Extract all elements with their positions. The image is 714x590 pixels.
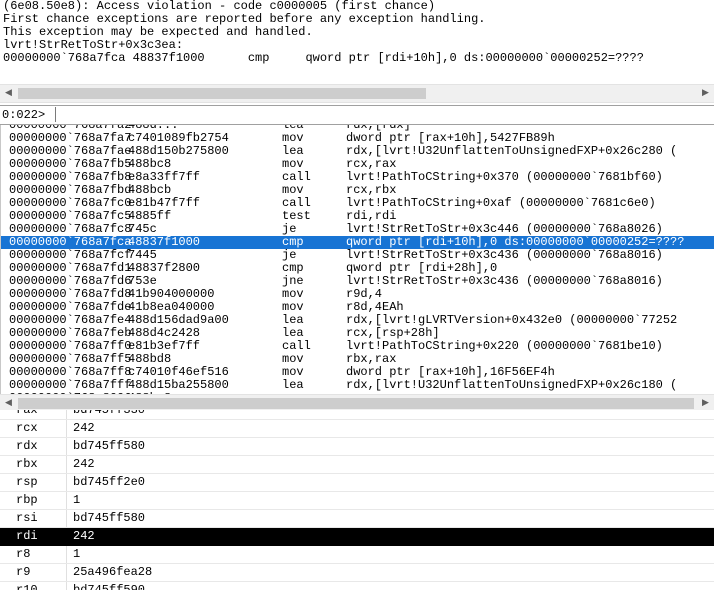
register-value[interactable]: 25a496fea28 bbox=[73, 564, 152, 581]
command-prompt: 0:022> bbox=[2, 108, 46, 122]
register-value[interactable]: bd745ff580 bbox=[73, 510, 145, 527]
column-divider bbox=[66, 546, 67, 563]
output-line: 00000000`768a7fca 48837f1000 cmp qword p… bbox=[3, 51, 644, 65]
register-name: rbx bbox=[16, 457, 38, 471]
register-value[interactable]: bd745ff2e0 bbox=[73, 474, 145, 491]
column-divider bbox=[66, 420, 67, 437]
disassembly-pane[interactable]: 00000000`768a7fa2 488d... lea rdx,[rdx] 0000… bbox=[0, 125, 714, 395]
scrollbar-thumb[interactable] bbox=[18, 398, 694, 409]
column-divider bbox=[66, 474, 67, 491]
column-divider bbox=[66, 492, 67, 509]
register-row[interactable]: rbx 242 bbox=[0, 456, 714, 474]
output-horizontal-scrollbar[interactable]: ◀ ▶ bbox=[0, 84, 714, 103]
column-divider bbox=[66, 410, 67, 419]
register-name: rdi bbox=[16, 529, 38, 543]
command-output-pane[interactable]: (6e08.50e8): Access violation - code c00… bbox=[0, 0, 714, 82]
register-name: rsp bbox=[16, 475, 38, 489]
register-row[interactable]: rdx bd745ff580 bbox=[0, 438, 714, 456]
column-divider bbox=[66, 528, 67, 545]
register-name: r8 bbox=[16, 547, 31, 561]
column-divider bbox=[66, 582, 67, 590]
register-value[interactable]: 1 bbox=[73, 492, 80, 509]
registers-pane[interactable]: rax bd745ff330 rcx 242 rdx bd745ff580 rbx 242 rs… bbox=[0, 410, 714, 590]
register-value[interactable]: bd745ff580 bbox=[73, 438, 145, 455]
right-arrow-icon[interactable]: ▶ bbox=[697, 85, 714, 102]
register-value[interactable]: bd745ff590 bbox=[73, 582, 145, 590]
register-name: rsi bbox=[16, 511, 38, 525]
register-row[interactable]: r8 1 bbox=[0, 546, 714, 564]
register-value[interactable]: 242 bbox=[73, 420, 95, 437]
register-value[interactable]: 242 bbox=[73, 528, 95, 545]
command-input-bar: 0:022> bbox=[0, 105, 714, 125]
instruction-operands: lvrt!StrRetToStr+0x3c436 (00000000`768a8… bbox=[346, 274, 663, 288]
register-name: rcx bbox=[16, 421, 38, 435]
register-row-selected[interactable]: rdi 242 bbox=[0, 528, 714, 546]
column-divider bbox=[66, 510, 67, 527]
register-row[interactable]: rax bd745ff330 bbox=[0, 410, 714, 420]
scrollbar-thumb[interactable] bbox=[18, 88, 426, 99]
column-divider bbox=[66, 456, 67, 473]
register-value[interactable]: 242 bbox=[73, 456, 95, 473]
register-row[interactable]: rsi bd745ff580 bbox=[0, 510, 714, 528]
column-divider bbox=[66, 438, 67, 455]
register-name: r10 bbox=[16, 583, 38, 590]
register-row[interactable]: r10 bd745ff590 bbox=[0, 582, 714, 590]
register-name: rbp bbox=[16, 493, 38, 507]
register-row[interactable]: rcx 242 bbox=[0, 420, 714, 438]
register-name: r9 bbox=[16, 565, 31, 579]
register-value[interactable]: 1 bbox=[73, 546, 80, 563]
column-divider bbox=[66, 564, 67, 581]
register-row[interactable]: rsp bd745ff2e0 bbox=[0, 474, 714, 492]
left-arrow-icon[interactable]: ◀ bbox=[0, 85, 17, 102]
register-name: rdx bbox=[16, 439, 38, 453]
register-row[interactable]: r9 25a496fea28 bbox=[0, 564, 714, 582]
command-input[interactable] bbox=[55, 107, 714, 122]
register-row[interactable]: rbp 1 bbox=[0, 492, 714, 510]
